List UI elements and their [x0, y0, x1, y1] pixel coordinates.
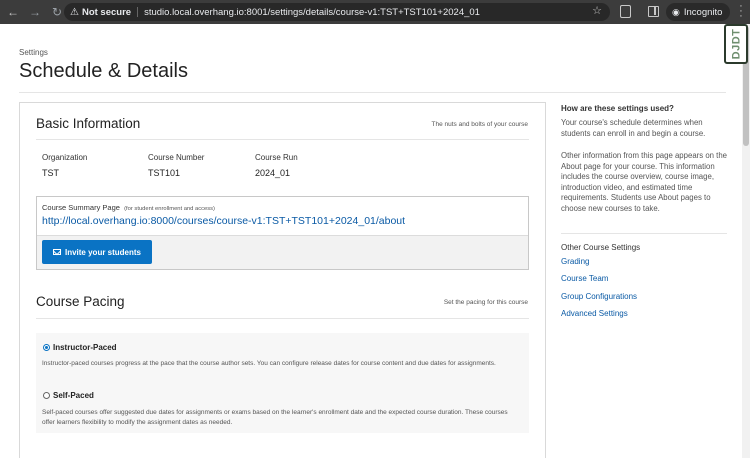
breadcrumb: Settings [19, 48, 48, 57]
basic-info-divider [36, 139, 529, 140]
course-summary-note: (for student enrollment and access) [124, 206, 215, 212]
course-pacing-subtitle: Set the pacing for this course [443, 299, 528, 306]
sidebar-link-course-team[interactable]: Course Team [561, 274, 608, 283]
url-text: studio.local.overhang.io:8001/settings/d… [144, 6, 480, 18]
instructor-paced-label[interactable]: Instructor-Paced [53, 343, 117, 352]
address-bar[interactable]: ⚠ Not secure studio.local.overhang.io:80… [64, 3, 610, 21]
invite-students-button[interactable]: Invite your students [42, 240, 152, 264]
self-paced-radio[interactable] [43, 392, 50, 399]
warning-icon: ⚠ [70, 6, 79, 18]
organization-value: TST [42, 168, 59, 178]
course-run-value: 2024_01 [255, 168, 291, 178]
course-summary-label: Course Summary Page (for student enrollm… [42, 203, 215, 212]
django-debug-toolbar-handle[interactable]: DJDT [724, 24, 748, 64]
sidebar-link-grading[interactable]: Grading [561, 257, 589, 266]
organization-label: Organization [42, 153, 88, 162]
other-settings-heading: Other Course Settings [561, 243, 641, 252]
incognito-label: Incognito [683, 6, 723, 18]
course-pacing-divider [36, 318, 529, 319]
self-paced-label[interactable]: Self-Paced [53, 391, 94, 400]
page-title: Schedule & Details [19, 60, 188, 82]
instructor-paced-radio[interactable] [43, 344, 50, 351]
basic-info-subtitle: The nuts and bolts of your course [431, 121, 528, 128]
envelope-icon [52, 249, 61, 255]
side-panel-icon[interactable] [648, 6, 659, 17]
browser-toolbar: ← → ↻ ⚠ Not secure studio.local.overhang… [0, 0, 750, 24]
course-pacing-title: Course Pacing [36, 294, 125, 309]
sidebar-divider [561, 233, 727, 234]
sidebar-heading: How are these settings used? [561, 104, 674, 113]
course-summary-label-text: Course Summary Page [42, 203, 120, 212]
security-label: Not secure [81, 6, 132, 18]
invite-students-label: Invite your students [64, 247, 141, 257]
url-separator [137, 7, 139, 17]
sidebar-paragraph-schedule: Your course's schedule determines when s… [561, 118, 706, 138]
incognito-badge[interactable]: ◉ Incognito [666, 3, 730, 21]
extensions-icon[interactable] [620, 5, 631, 18]
instructor-paced-description: Instructor-paced courses progress at the… [42, 360, 496, 367]
browser-menu-icon[interactable]: · · · [737, 1, 745, 22]
incognito-icon: ◉ [672, 6, 680, 17]
page-scrollbar[interactable] [742, 24, 750, 458]
sidebar-link-advanced-settings[interactable]: Advanced Settings [561, 309, 628, 318]
sidebar-link-group-configurations[interactable]: Group Configurations [561, 292, 637, 301]
course-number-value: TST101 [148, 168, 181, 178]
sidebar-paragraph-about: Other information from this page appears… [561, 151, 727, 213]
basic-info-title: Basic Information [36, 116, 141, 131]
forward-arrow-icon[interactable]: → [24, 0, 46, 24]
self-paced-description: Self-paced courses offer suggested due d… [42, 409, 508, 426]
course-run-label: Course Run [255, 153, 298, 162]
course-summary-link[interactable]: http://local.overhang.io:8000/courses/co… [42, 215, 405, 227]
back-arrow-icon[interactable]: ← [2, 0, 24, 24]
djdt-label: DJDT [730, 28, 743, 60]
title-divider [19, 92, 726, 93]
bookmark-star-icon[interactable]: ☆ [592, 4, 602, 17]
course-number-label: Course Number [148, 153, 205, 162]
